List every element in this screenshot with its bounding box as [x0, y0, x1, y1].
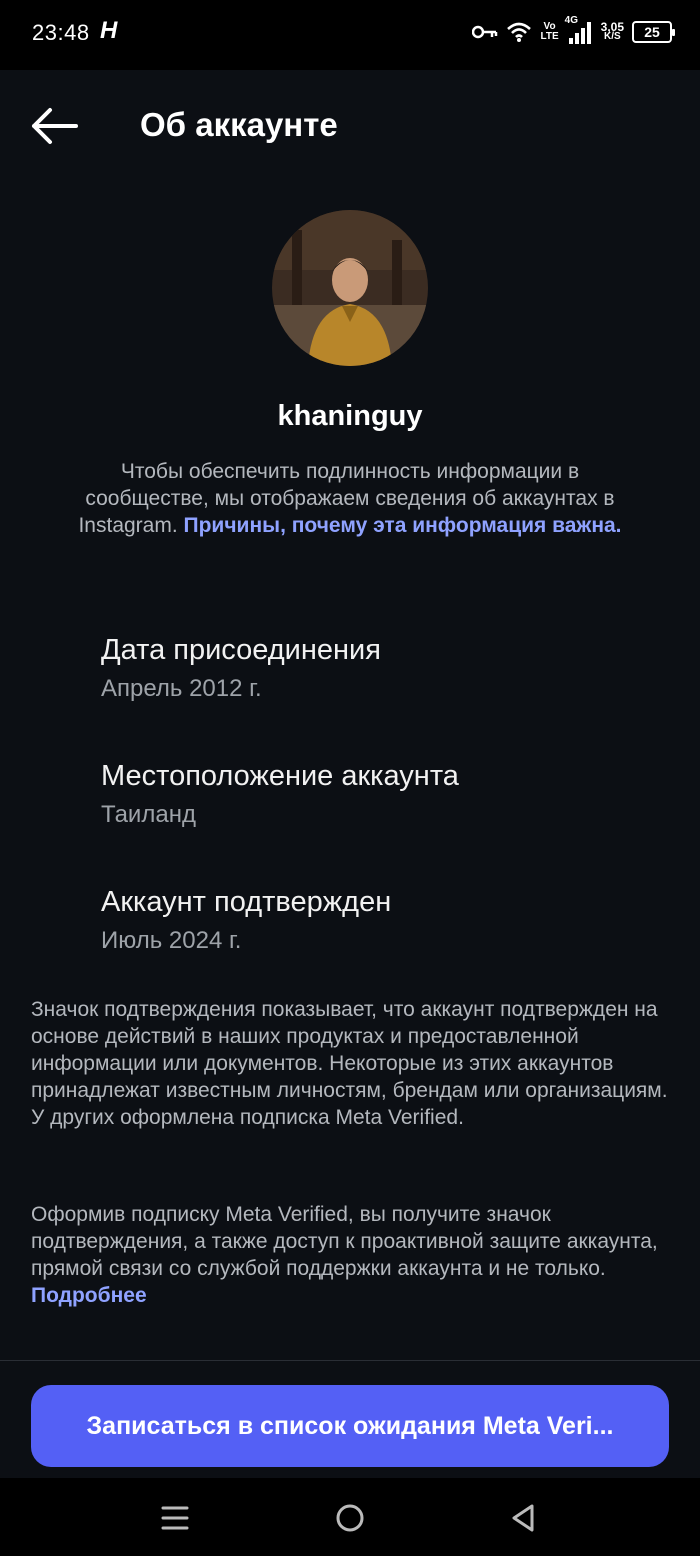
account-location-section: Местоположение аккаунта Таиланд: [101, 758, 661, 830]
profile-avatar: [272, 210, 428, 366]
arrow-left-icon: [32, 108, 78, 144]
signal-icon: 4G: [565, 16, 593, 44]
back-button[interactable]: [28, 104, 80, 148]
key-icon: [472, 24, 498, 40]
intro-text: Чтобы обеспечить подлинность информации …: [78, 460, 622, 537]
status-time: 23:48: [32, 20, 90, 45]
join-date-value: Апрель 2012 г.: [101, 675, 262, 702]
reasons-link[interactable]: Причины, почему эта информация важна.: [184, 514, 622, 537]
home-button[interactable]: [332, 1500, 368, 1536]
speed-indicator: 3,05 K/S: [600, 20, 624, 42]
account-location-value: Таиланд: [101, 801, 196, 828]
back-triangle-icon: [512, 1504, 534, 1532]
divider: [0, 1360, 700, 1361]
page-title: Об аккаунте: [140, 106, 338, 143]
status-bar: 23:48 H Vo LTE 4G 3,05 K/S 25: [0, 0, 700, 70]
volte-indicator: Vo LTE: [540, 21, 559, 42]
verified-label: Аккаунт подтвержден: [101, 886, 392, 918]
back-nav-button[interactable]: [506, 1500, 542, 1536]
verified-section: Аккаунт подтвержден Июль 2024 г.: [101, 884, 661, 956]
network-type: 4G: [564, 15, 578, 26]
app-indicator-icon: H: [100, 17, 118, 44]
learn-more-link[interactable]: Подробнее: [31, 1284, 147, 1307]
username: khaninguy: [277, 400, 423, 432]
verified-value: Июль 2024 г.: [101, 927, 242, 954]
wifi-icon: [506, 21, 532, 43]
menu-icon: [161, 1506, 189, 1530]
verification-description: Значок подтверждения показывает, что акк…: [31, 998, 668, 1129]
menu-button[interactable]: [157, 1500, 193, 1536]
battery-icon: 25: [632, 21, 675, 43]
status-icons: Vo LTE 4G 3,05 K/S 25: [472, 16, 675, 44]
join-date-label: Дата присоединения: [101, 634, 381, 666]
system-nav-bar: [0, 1478, 700, 1556]
account-location-label: Местоположение аккаунта: [101, 760, 459, 792]
app-bar: Об аккаунте: [0, 70, 700, 182]
home-icon: [336, 1504, 364, 1532]
waitlist-button[interactable]: Записаться в список ожидания Meta Veri..…: [31, 1385, 669, 1467]
meta-verified-description: Оформив подписку Meta Verified, вы получ…: [31, 1203, 658, 1307]
join-date-section: Дата присоединения Апрель 2012 г.: [101, 632, 661, 704]
